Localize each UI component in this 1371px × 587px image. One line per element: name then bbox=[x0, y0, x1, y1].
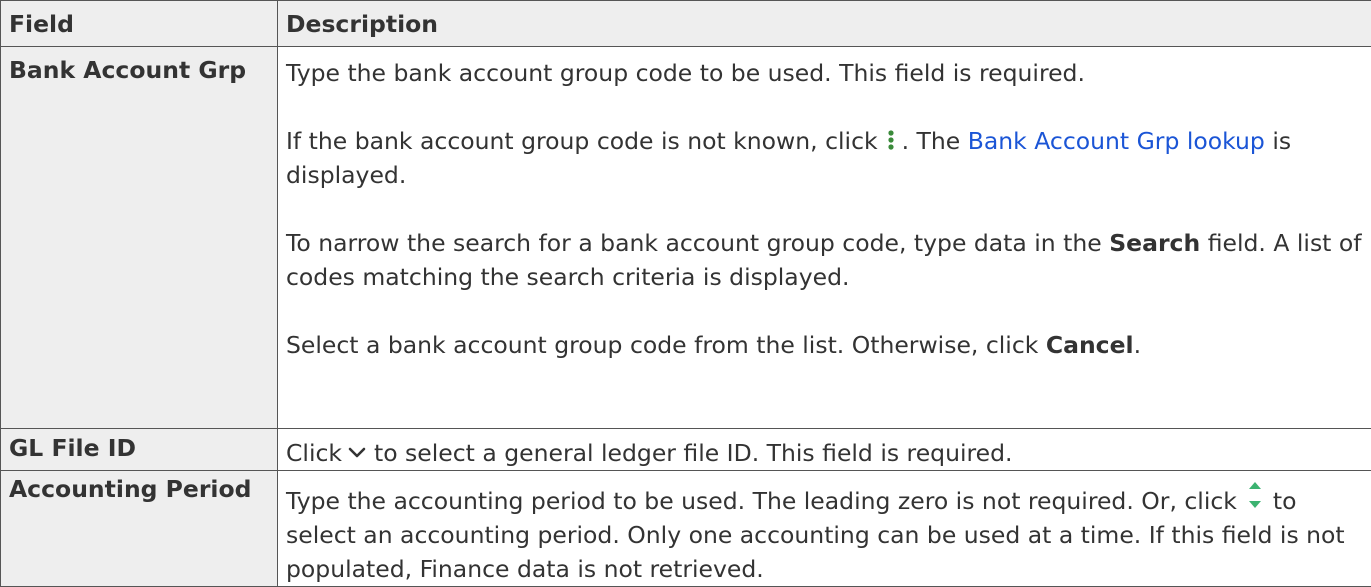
header-description: Description bbox=[278, 1, 1371, 47]
text: . bbox=[1134, 331, 1141, 359]
text: Type the accounting period to be used. T… bbox=[286, 487, 1237, 515]
table-header-row: Field Description bbox=[1, 1, 1371, 47]
bank-account-grp-lookup-link[interactable]: Bank Account Grp lookup bbox=[968, 127, 1265, 155]
description-bank-account-grp: Type the bank account group code to be u… bbox=[278, 47, 1371, 429]
table-row: Accounting Period Type the accounting pe… bbox=[1, 471, 1371, 587]
paragraph: To narrow the search for a bank account … bbox=[286, 226, 1363, 294]
up-down-arrows-icon[interactable] bbox=[1245, 475, 1265, 515]
header-field: Field bbox=[1, 1, 278, 47]
description-accounting-period: Type the accounting period to be used. T… bbox=[278, 471, 1371, 587]
text: . The bbox=[902, 127, 961, 155]
text: To narrow the search for a bank account … bbox=[286, 229, 1102, 257]
bold-term-cancel: Cancel bbox=[1046, 331, 1134, 359]
text: Select a bank account group code from th… bbox=[286, 331, 1038, 359]
bold-term-search: Search bbox=[1109, 229, 1200, 257]
description-gl-file-id: Click to select a general ledger file ID.… bbox=[278, 429, 1371, 471]
paragraph: Type the bank account group code to be u… bbox=[286, 56, 1363, 90]
text: If the bank account group code is not kn… bbox=[286, 127, 878, 155]
paragraph: If the bank account group code is not kn… bbox=[286, 124, 1363, 192]
chevron-down-icon[interactable] bbox=[348, 435, 366, 449]
text: Click bbox=[286, 439, 342, 467]
paragraph: Select a bank account group code from th… bbox=[286, 328, 1363, 362]
kebab-menu-icon[interactable] bbox=[886, 127, 896, 153]
field-description-table: Field Description Bank Account Grp Type … bbox=[0, 0, 1371, 587]
table-row: GL File ID Click to select a general ledg… bbox=[1, 429, 1371, 471]
text: to select a general ledger file ID. This… bbox=[374, 439, 1013, 467]
field-name-bank-account-grp: Bank Account Grp bbox=[1, 47, 278, 429]
table-row: Bank Account Grp Type the bank account g… bbox=[1, 47, 1371, 429]
field-name-accounting-period: Accounting Period bbox=[1, 471, 278, 587]
field-name-gl-file-id: GL File ID bbox=[1, 429, 278, 471]
